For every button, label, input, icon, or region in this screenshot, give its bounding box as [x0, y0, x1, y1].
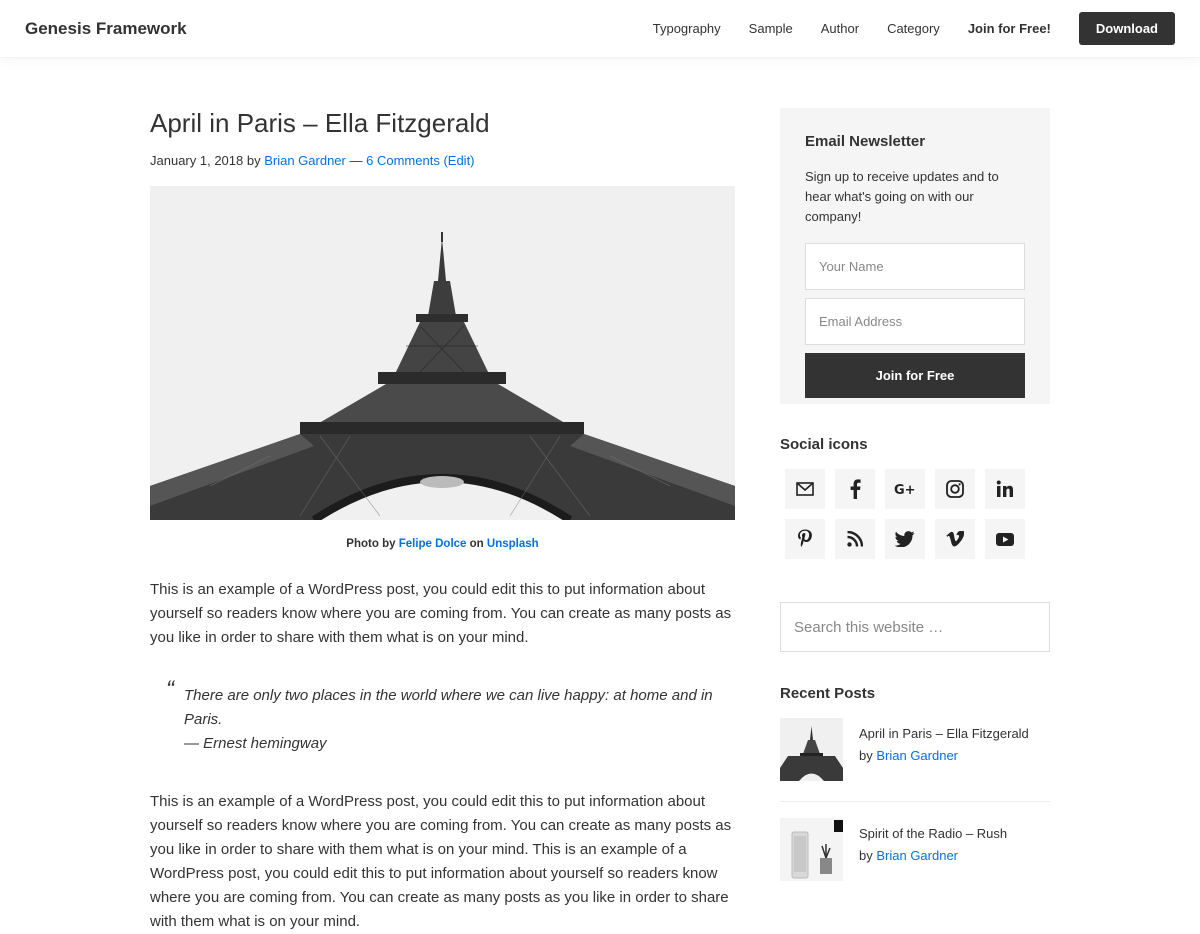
- site-title[interactable]: Genesis Framework: [25, 19, 187, 39]
- recent-posts-title: Recent Posts: [780, 685, 876, 702]
- caption-prefix: Photo by: [346, 538, 396, 551]
- sidebar: Email Newsletter Sign up to receive upda…: [780, 108, 1050, 901]
- name-input[interactable]: Your Name: [805, 243, 1025, 290]
- recent-post-title[interactable]: April in Paris – Ella Fitzgerald: [859, 723, 1029, 745]
- social-title: Social icons: [780, 436, 868, 453]
- post-by: by: [246, 153, 261, 169]
- post-edit-link[interactable]: (Edit): [443, 153, 474, 168]
- recent-post-item: Spirit of the Radio – Rush by Brian Gard…: [780, 801, 1050, 901]
- recent-post-author-link[interactable]: Brian Gardner: [876, 848, 958, 863]
- social-icons: G+: [785, 469, 1050, 559]
- meta-separator: —: [349, 153, 363, 169]
- featured-image-eiffel-tower: [150, 186, 735, 521]
- email-icon[interactable]: [785, 469, 825, 509]
- facebook-icon[interactable]: [835, 469, 875, 509]
- caption-author-link[interactable]: Felipe Dolce: [399, 538, 467, 550]
- nav-item-sample[interactable]: Sample: [749, 21, 793, 36]
- search-input[interactable]: Search this website …: [780, 602, 1050, 652]
- recent-post-item: April in Paris – Ella Fitzgerald by Bria…: [780, 718, 1050, 801]
- post-content: April in Paris – Ella Fitzgerald January…: [150, 108, 735, 934]
- quote-text: There are only two places in the world w…: [184, 687, 713, 729]
- quote-mark: “: [166, 676, 174, 704]
- post-meta: January 1, 2018 by Brian Gardner — 6 Com…: [150, 153, 735, 168]
- search-placeholder: Search this website …: [794, 618, 944, 636]
- recent-post-thumb-eiffel[interactable]: [780, 718, 843, 781]
- name-placeholder: Your Name: [819, 259, 884, 274]
- email-placeholder: Email Address: [819, 314, 903, 329]
- instagram-icon[interactable]: [935, 469, 975, 509]
- recent-post-title[interactable]: Spirit of the Radio – Rush: [859, 823, 1007, 845]
- post-date: January 1, 2018: [150, 153, 244, 169]
- post-author-link[interactable]: Brian Gardner: [264, 153, 346, 168]
- post-paragraph-2: This is an example of a WordPress post, …: [150, 793, 732, 931]
- eiffel-tower-image: [150, 186, 735, 521]
- site-header: Genesis Framework Typography Sample Auth…: [0, 0, 1200, 58]
- pinterest-icon[interactable]: [785, 519, 825, 559]
- newsletter-text: Sign up to receive updates and to hear w…: [805, 169, 999, 224]
- nav-item-category[interactable]: Category: [887, 21, 940, 36]
- recent-post-info: Spirit of the Radio – Rush by Brian Gard…: [859, 823, 1007, 881]
- linkedin-icon[interactable]: [985, 469, 1025, 509]
- google-plus-icon[interactable]: G+: [885, 469, 925, 509]
- nav-item-typography[interactable]: Typography: [653, 21, 721, 36]
- newsletter-title: Email Newsletter: [805, 133, 926, 150]
- recent-post-author-link[interactable]: Brian Gardner: [876, 748, 958, 763]
- email-input[interactable]: Email Address: [805, 298, 1025, 345]
- rss-icon[interactable]: [835, 519, 875, 559]
- nav-item-author[interactable]: Author: [821, 21, 859, 36]
- download-button[interactable]: Download: [1078, 12, 1175, 45]
- nav-item-join[interactable]: Join for Free!: [968, 21, 1051, 36]
- youtube-icon[interactable]: [985, 519, 1025, 559]
- svg-text:G+: G+: [894, 483, 916, 496]
- caption-source-link[interactable]: Unsplash: [487, 538, 539, 550]
- post-title: April in Paris – Ella Fitzgerald: [150, 108, 490, 138]
- twitter-icon[interactable]: [885, 519, 925, 559]
- recent-post-by: by: [859, 748, 873, 763]
- newsletter-widget: Email Newsletter Sign up to receive upda…: [780, 108, 1050, 404]
- caption-on: on: [469, 538, 484, 551]
- post-paragraph-1: This is an example of a WordPress post, …: [150, 581, 732, 647]
- join-button[interactable]: Join for Free: [805, 353, 1025, 398]
- image-caption: Photo by Felipe Dolce on Unsplash: [150, 538, 735, 550]
- post-comments-link[interactable]: 6 Comments: [366, 153, 440, 168]
- quote-cite: — Ernest hemingway: [184, 735, 327, 753]
- recent-post-info: April in Paris – Ella Fitzgerald by Bria…: [859, 723, 1029, 781]
- primary-nav: Typography Sample Author Category Join f…: [625, 12, 1175, 45]
- recent-post-by: by: [859, 848, 873, 863]
- vimeo-icon[interactable]: [935, 519, 975, 559]
- post-blockquote: “ There are only two places in the world…: [150, 678, 735, 756]
- recent-post-thumb-radio[interactable]: [780, 818, 843, 881]
